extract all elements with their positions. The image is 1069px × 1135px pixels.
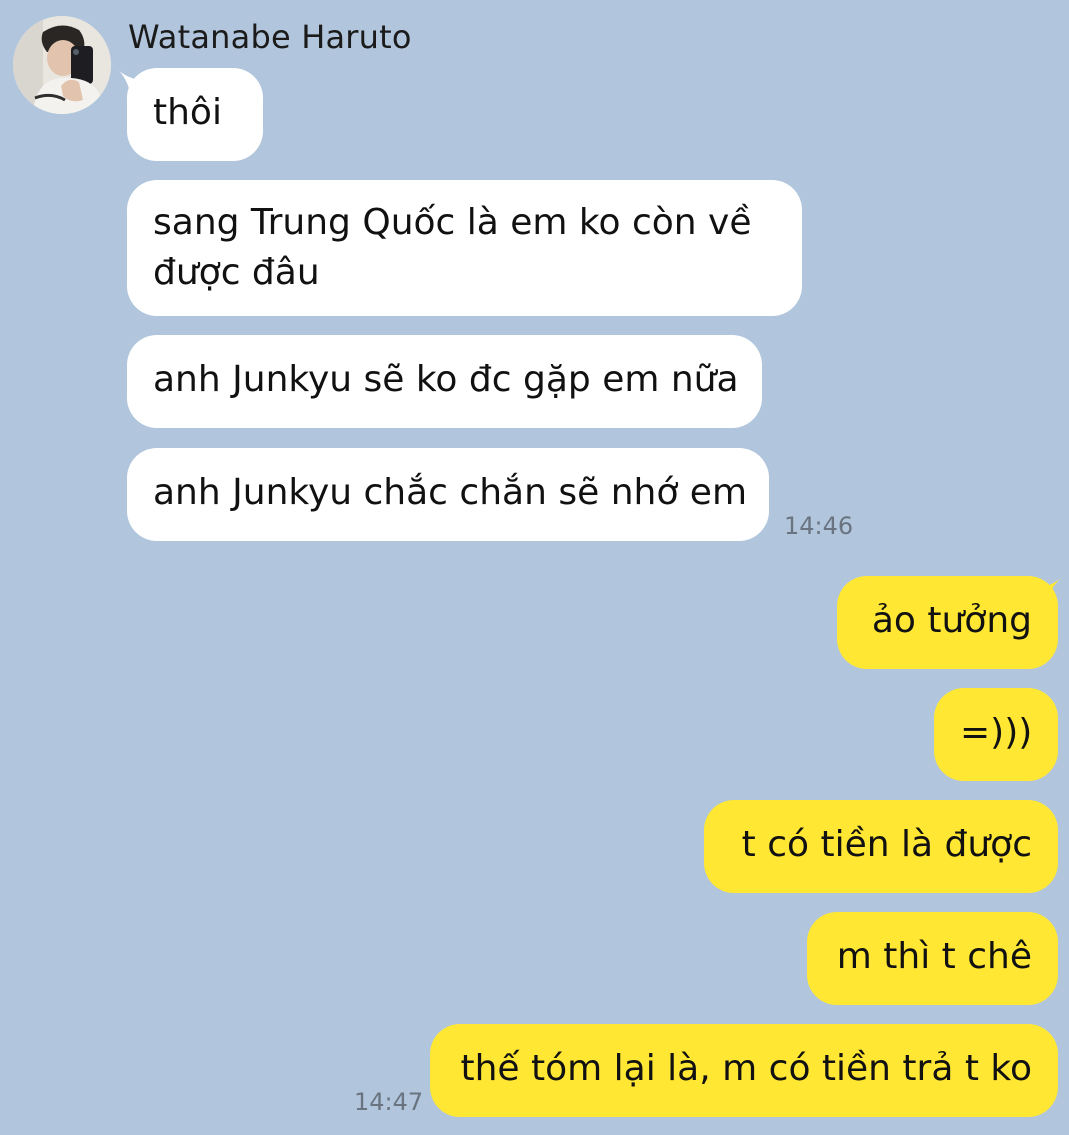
incoming-message-bubble[interactable]: sang Trung Quốc là em ko còn về được đâu [127, 180, 802, 316]
outgoing-message-bubble[interactable]: thế tóm lại là, m có tiền trả t ko [430, 1024, 1058, 1117]
contact-name: Watanabe Haruto [128, 18, 412, 56]
message-text: ảo tưởng [871, 600, 1032, 641]
message-text: sang Trung Quốc là em ko còn về được đâu [153, 202, 752, 293]
chat-message-area[interactable]: Watanabe Haruto thôi sang Trung Quốc là … [0, 0, 1069, 1135]
outgoing-message-bubble[interactable]: ảo tưởng [837, 576, 1058, 669]
incoming-message-bubble[interactable]: anh Junkyu sẽ ko đc gặp em nữa [127, 335, 762, 428]
message-text: anh Junkyu chắc chắn sẽ nhớ em [153, 472, 748, 513]
outgoing-message-bubble[interactable]: t có tiền là được [704, 800, 1058, 893]
contact-avatar[interactable] [13, 16, 111, 114]
message-text: t có tiền là được [741, 824, 1032, 865]
message-text: m thì t chê [836, 936, 1032, 977]
avatar-photo-icon [13, 16, 111, 114]
message-timestamp: 14:46 [784, 512, 854, 540]
message-text: thế tóm lại là, m có tiền trả t ko [460, 1048, 1033, 1089]
message-timestamp: 14:47 [354, 1088, 424, 1116]
outgoing-message-bubble[interactable]: m thì t chê [807, 912, 1058, 1005]
message-text: anh Junkyu sẽ ko đc gặp em nữa [153, 359, 739, 400]
incoming-message-bubble[interactable]: anh Junkyu chắc chắn sẽ nhớ em [127, 448, 769, 541]
incoming-message-bubble[interactable]: thôi [127, 68, 263, 161]
outgoing-message-bubble[interactable]: =))) [934, 688, 1058, 781]
message-text: thôi [153, 92, 222, 133]
message-text: =))) [960, 712, 1033, 753]
